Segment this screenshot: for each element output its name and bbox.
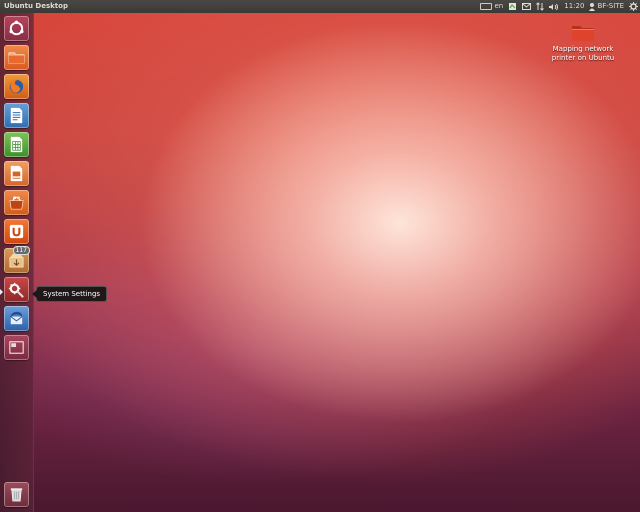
launcher-thunderbird[interactable] bbox=[4, 306, 29, 331]
indicator-area: en 11:20 BF-SITE bbox=[479, 0, 638, 13]
sound-indicator[interactable] bbox=[549, 3, 559, 11]
desktop-icon-label: Mapping network printer on Ubuntu bbox=[551, 45, 615, 62]
software-center-icon bbox=[9, 196, 24, 210]
keyboard-layout-label: en bbox=[494, 2, 504, 10]
workspace-icon bbox=[9, 341, 24, 354]
thunderbird-icon bbox=[9, 311, 23, 325]
writer-icon bbox=[10, 107, 23, 124]
launcher-update-manager[interactable]: 117 bbox=[4, 246, 30, 273]
calc-icon bbox=[10, 136, 23, 153]
launcher-software-center[interactable] bbox=[4, 190, 29, 215]
launcher-workspace-switcher[interactable] bbox=[4, 335, 29, 360]
launcher-dash-home[interactable] bbox=[4, 16, 29, 41]
network-arrows-icon bbox=[536, 2, 545, 11]
ubuntu-logo-icon bbox=[9, 20, 24, 36]
launcher-libreoffice-impress[interactable] bbox=[4, 161, 29, 186]
update-notifier-icon bbox=[509, 3, 517, 10]
envelope-icon bbox=[522, 3, 532, 10]
folder-icon bbox=[571, 24, 595, 42]
speaker-icon bbox=[549, 3, 559, 10]
window-title: Ubuntu Desktop bbox=[4, 2, 68, 10]
keyboard-icon bbox=[479, 3, 492, 10]
update-indicator[interactable] bbox=[508, 2, 517, 11]
launcher-libreoffice-calc[interactable] bbox=[4, 132, 29, 157]
launcher-firefox[interactable] bbox=[4, 74, 29, 99]
keyboard-indicator[interactable]: en bbox=[479, 0, 504, 13]
desktop-background bbox=[0, 13, 640, 512]
folder-icon bbox=[8, 52, 25, 64]
update-count-badge: 117 bbox=[12, 246, 30, 255]
messaging-indicator[interactable] bbox=[522, 3, 532, 10]
running-indicator bbox=[0, 289, 3, 295]
top-panel: Ubuntu Desktop en 11:20 BF-SITE bbox=[0, 0, 640, 13]
user-indicator[interactable]: BF-SITE bbox=[589, 0, 624, 13]
launcher-libreoffice-writer[interactable] bbox=[4, 103, 29, 128]
launcher-trash[interactable] bbox=[4, 482, 29, 507]
gear-icon bbox=[629, 2, 638, 11]
launcher-home-folder[interactable] bbox=[4, 45, 29, 70]
user-icon bbox=[589, 2, 596, 11]
session-indicator[interactable] bbox=[629, 2, 638, 11]
launcher-tooltip: System Settings bbox=[31, 286, 108, 302]
network-indicator[interactable] bbox=[536, 2, 545, 11]
launcher-system-settings[interactable] bbox=[4, 277, 29, 302]
launcher: 117 bbox=[0, 13, 34, 512]
trash-icon bbox=[10, 488, 23, 502]
desktop-folder-icon[interactable]: Mapping network printer on Ubuntu bbox=[548, 24, 618, 63]
firefox-icon bbox=[9, 79, 24, 94]
ubuntu-one-icon bbox=[9, 224, 24, 239]
system-settings-icon bbox=[8, 282, 24, 298]
launcher-ubuntu-one[interactable] bbox=[4, 219, 29, 244]
clock[interactable]: 11:20 bbox=[564, 0, 584, 13]
impress-icon bbox=[10, 165, 23, 182]
user-name: BF-SITE bbox=[597, 2, 624, 10]
